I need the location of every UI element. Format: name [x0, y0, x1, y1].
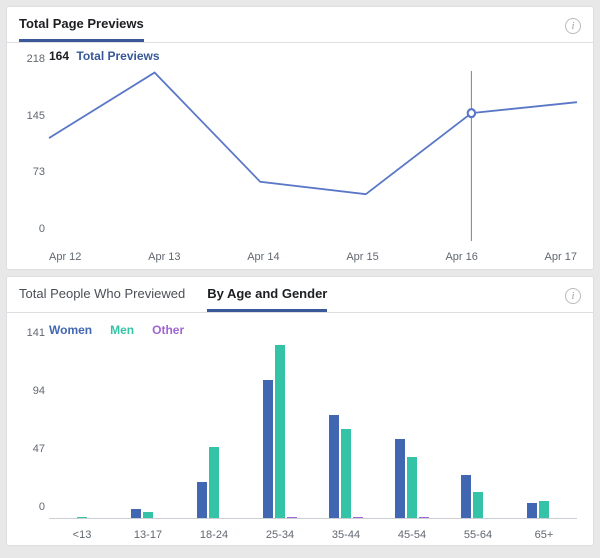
x-tick: 45-54: [379, 529, 445, 541]
y-tick: 0: [39, 501, 45, 513]
bar-women[interactable]: [461, 475, 471, 519]
bar-men[interactable]: [473, 492, 483, 519]
x-axis-ticks: Apr 12 Apr 13 Apr 14 Apr 15 Apr 16 Apr 17: [49, 251, 577, 263]
y-axis-ticks: 04794141: [15, 345, 45, 519]
legend-other[interactable]: Other: [152, 323, 184, 337]
info-icon[interactable]: i: [565, 288, 581, 304]
x-tick: <13: [49, 529, 115, 541]
x-tick: Apr 15: [346, 251, 378, 263]
y-tick: 218: [27, 53, 45, 65]
bar-men[interactable]: [539, 501, 549, 520]
y-tick: 145: [27, 110, 45, 122]
card-header: Total People Who Previewed By Age and Ge…: [7, 277, 593, 313]
x-tick: 35-44: [313, 529, 379, 541]
tab-total-page-previews[interactable]: Total Page Previews: [19, 7, 144, 42]
y-axis-ticks: 073145218: [15, 71, 45, 241]
bar-men[interactable]: [341, 429, 351, 519]
chart-summary: 164 Total Previews: [49, 49, 160, 63]
bar-group: [511, 345, 577, 519]
legend-men[interactable]: Men: [110, 323, 134, 337]
line-chart: 164 Total Previews 073145218 Apr 12Apr 1…: [7, 43, 593, 269]
bar-group: [181, 345, 247, 519]
y-tick: 73: [33, 166, 45, 178]
summary-label: Total Previews: [76, 49, 159, 63]
baseline: [49, 518, 577, 519]
tab-row: Total People Who Previewed By Age and Ge…: [19, 277, 327, 312]
y-tick: 94: [33, 385, 45, 397]
x-tick: 25-34: [247, 529, 313, 541]
bar-group: [313, 345, 379, 519]
bar-women[interactable]: [197, 482, 207, 519]
x-tick: 55-64: [445, 529, 511, 541]
x-tick: 65+: [511, 529, 577, 541]
y-tick: 0: [39, 223, 45, 235]
x-tick: Apr 17: [545, 251, 577, 263]
tab-total-people[interactable]: Total People Who Previewed: [19, 277, 185, 312]
legend: Women Men Other: [7, 313, 593, 339]
bar-men[interactable]: [407, 457, 417, 519]
y-tick: 47: [33, 443, 45, 455]
tab-row: Total Page Previews: [19, 7, 144, 42]
bar-group: [379, 345, 445, 519]
x-tick: 13-17: [115, 529, 181, 541]
bar-group: [445, 345, 511, 519]
bar-group: [247, 345, 313, 519]
age-gender-card: Total People Who Previewed By Age and Ge…: [6, 276, 594, 546]
bar-women[interactable]: [329, 415, 339, 519]
info-icon[interactable]: i: [565, 18, 581, 34]
total-page-previews-card: Total Page Previews i 164 Total Previews…: [6, 6, 594, 270]
x-tick: Apr 14: [247, 251, 279, 263]
plot-area[interactable]: [49, 345, 577, 519]
bar-group: [115, 345, 181, 519]
x-tick: Apr 16: [445, 251, 477, 263]
bar-men[interactable]: [209, 447, 219, 519]
bar-men[interactable]: [275, 345, 285, 519]
x-tick: Apr 12: [49, 251, 81, 263]
y-tick: 141: [27, 327, 45, 339]
plot-area[interactable]: [49, 71, 577, 241]
x-tick: 18-24: [181, 529, 247, 541]
card-header: Total Page Previews i: [7, 7, 593, 43]
bar-chart: 04794141 <1313-1718-2425-3435-4445-5455-…: [7, 339, 593, 545]
bar-women[interactable]: [395, 439, 405, 519]
summary-value: 164: [49, 49, 69, 63]
bar-women[interactable]: [527, 503, 537, 519]
legend-women[interactable]: Women: [49, 323, 92, 337]
bar-women[interactable]: [263, 380, 273, 519]
bar-group: [49, 345, 115, 519]
x-axis-ticks: <1313-1718-2425-3435-4445-5455-6465+: [49, 529, 577, 541]
tab-by-age-gender[interactable]: By Age and Gender: [207, 277, 327, 312]
x-tick: Apr 13: [148, 251, 180, 263]
